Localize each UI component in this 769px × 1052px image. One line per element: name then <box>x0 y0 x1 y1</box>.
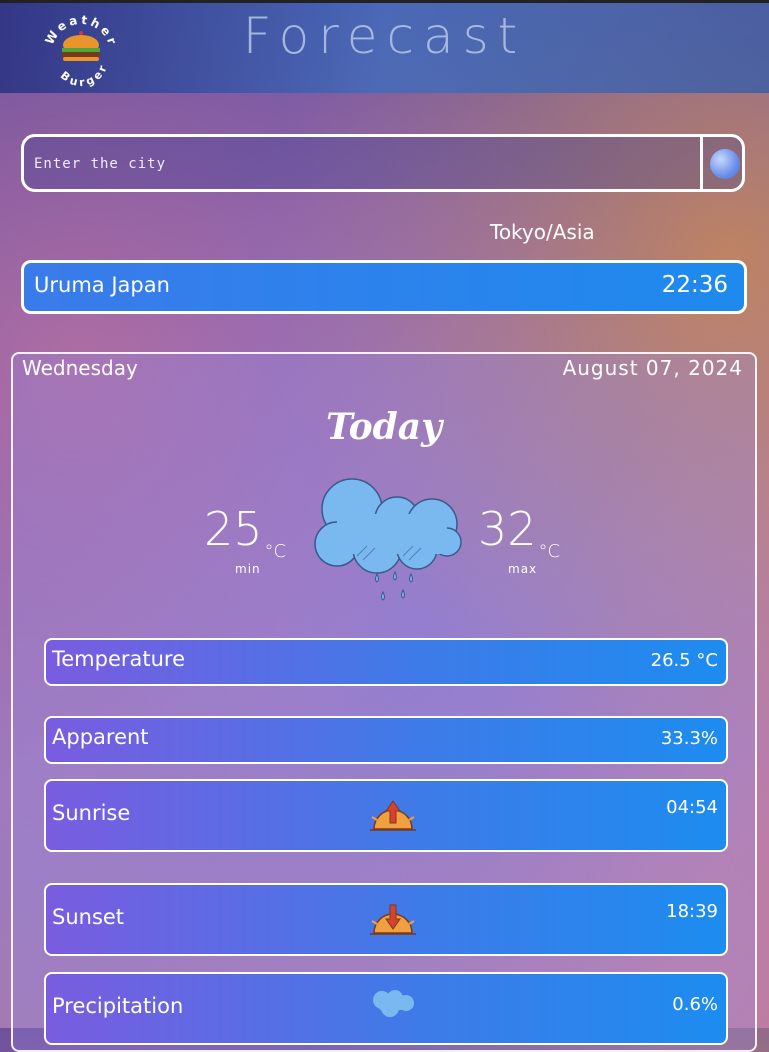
stat-label: Temperature <box>52 647 186 671</box>
stat-value: 0.6% <box>672 994 718 1015</box>
stat-apparent: Apparent 33.3% <box>44 716 728 764</box>
stat-precipitation: Precipitation 0.6% <box>44 972 728 1045</box>
stat-value: 33.3% <box>660 728 718 749</box>
rain-cloud-icon <box>373 990 414 1017</box>
rain-cloud-icon <box>314 478 462 601</box>
sunrise-icon <box>370 800 416 831</box>
today-heading: Today <box>325 406 443 448</box>
stat-temperature: Temperature 26.5 °C <box>44 638 728 686</box>
sunset-icon <box>370 904 416 935</box>
stat-value: 18:39 <box>666 901 718 922</box>
min-temp-value: 25 <box>204 502 263 556</box>
globe-icon[interactable] <box>710 149 740 179</box>
stat-label: Sunrise <box>52 801 131 825</box>
date-label: August 07, 2024 <box>562 356 743 380</box>
min-temp-unit: °C <box>264 541 287 562</box>
search-divider <box>700 137 703 189</box>
location-bar: Uruma Japan 22:36 <box>21 260 747 314</box>
stat-sunset: Sunset 18:39 <box>44 883 728 956</box>
max-label: max <box>508 562 538 576</box>
forecast-card: Wednesday August 07, 2024 Today 25 °C min <box>11 352 757 1052</box>
timezone-label: Tokyo/Asia <box>490 220 595 244</box>
svg-text:Burger: Burger <box>58 61 111 89</box>
location-time: 22:36 <box>661 272 728 298</box>
max-temp: 32 °C <box>478 502 560 562</box>
stat-sunrise: Sunrise 04:54 <box>44 779 728 852</box>
stat-label: Sunset <box>52 905 125 929</box>
min-label: min <box>235 562 261 576</box>
page-title: Forecast <box>242 7 527 65</box>
stat-value: 26.5 °C <box>650 650 718 671</box>
location-name: Uruma Japan <box>34 273 170 297</box>
day-name: Wednesday <box>22 356 138 380</box>
stat-value: 04:54 <box>666 797 718 818</box>
stat-label: Apparent <box>52 725 149 749</box>
max-temp-unit: °C <box>538 541 561 562</box>
header: Weather Burger Forecast <box>0 0 769 93</box>
city-search-input[interactable] <box>32 137 696 191</box>
max-temp-value: 32 <box>478 502 537 556</box>
city-search <box>21 134 745 192</box>
min-temp: 25 °C <box>204 502 286 562</box>
stat-label: Precipitation <box>52 994 184 1018</box>
